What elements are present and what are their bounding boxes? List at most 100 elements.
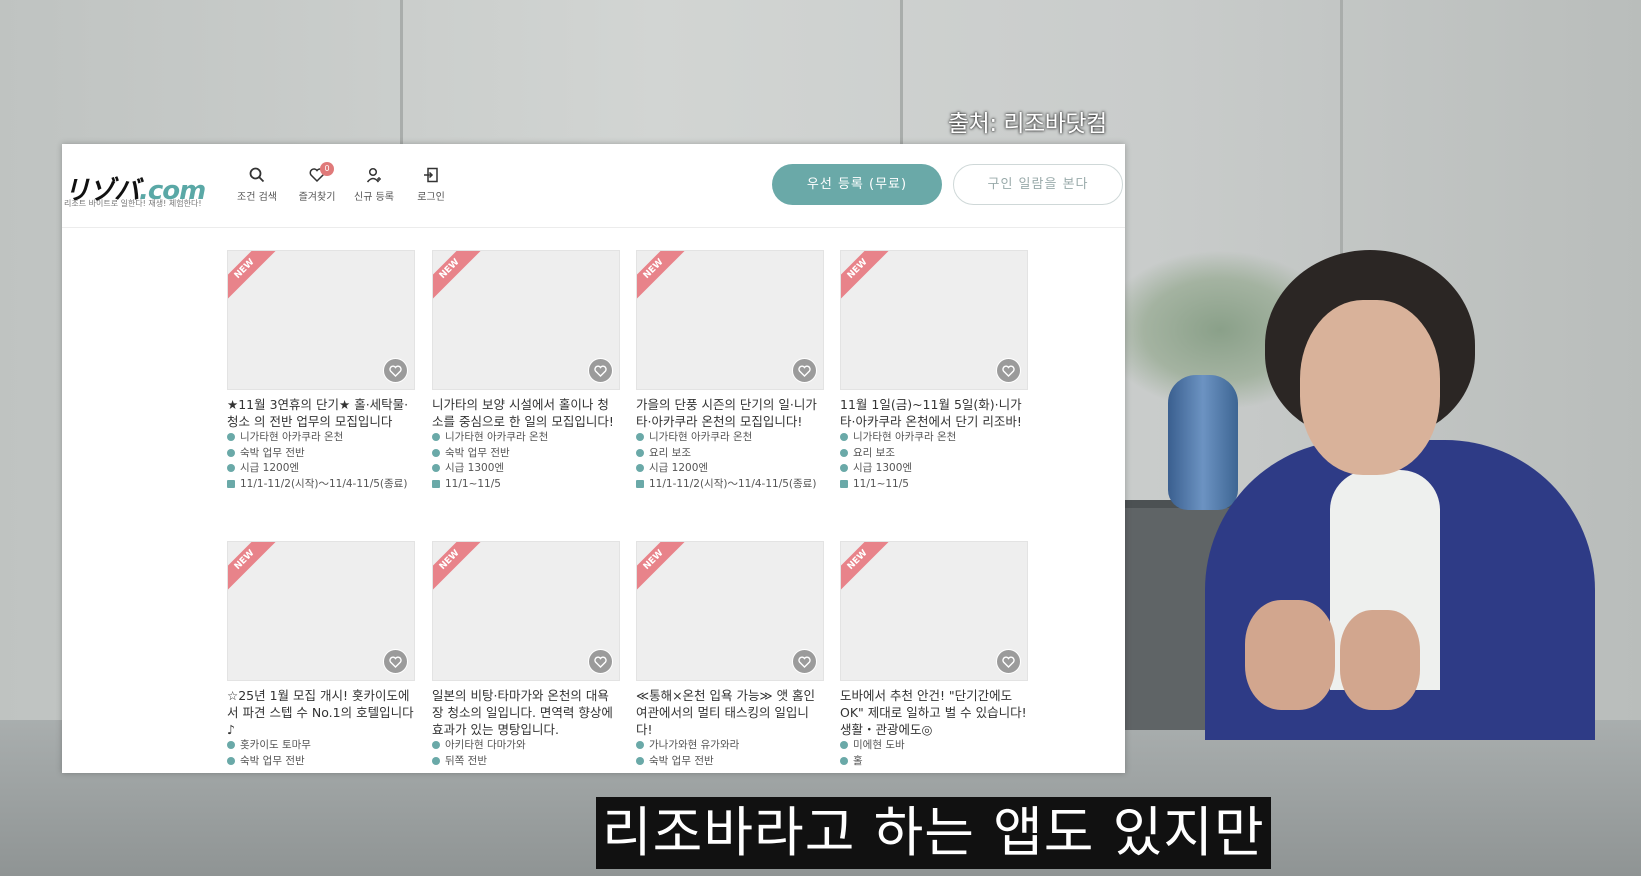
calendar-icon <box>227 479 235 488</box>
job-location: 니가타현 아카쿠라 온천 <box>840 430 1028 446</box>
new-ribbon: NEW <box>433 251 481 301</box>
calendar-icon <box>840 479 848 488</box>
job-title[interactable]: 가을의 단풍 시즌의 단기의 일·니가타·아카쿠라 온천의 모집입니다! <box>636 396 824 430</box>
nav-favorites-label: 즐겨찾기 <box>298 192 336 203</box>
job-card[interactable]: NEW 니가타의 보양 시설에서 홀이나 청소를 중심으로 한 일의 모집입니다… <box>432 250 620 492</box>
register-free-button[interactable]: 우선 등록 (무료) <box>772 164 942 205</box>
calendar-icon <box>636 479 644 488</box>
job-title[interactable]: ≪통해×온천 입욕 가능≫ 앳 홈인 여관에서의 멀티 태스킹의 일입니다! <box>636 687 824 738</box>
job-location: 니가타현 아카쿠라 온천 <box>636 430 824 446</box>
job-title[interactable]: 니가타의 보양 시설에서 홀이나 청소를 중심으로 한 일의 모집입니다! <box>432 396 620 430</box>
favorite-heart-icon[interactable] <box>588 649 613 674</box>
new-ribbon: NEW <box>433 542 481 592</box>
job-location: 아키타현 다마가와 <box>432 738 620 754</box>
location-pin-icon <box>227 741 235 749</box>
job-type: 뒤쪽 전반 <box>432 754 620 770</box>
job-title[interactable]: 일본의 비탕·타마가와 온천의 대욕장 청소의 일입니다. 면역력 향상에 효과… <box>432 687 620 738</box>
job-thumbnail: NEW <box>636 541 824 681</box>
yen-icon <box>432 464 440 472</box>
location-pin-icon <box>227 433 235 441</box>
nav-search[interactable]: 조건 검색 <box>227 166 287 203</box>
job-type: 숙박 업무 전반 <box>636 754 824 770</box>
nav-register[interactable]: 신규 등록 <box>344 166 404 203</box>
job-card[interactable]: NEW 가을의 단풍 시즌의 단기의 일·니가타·아카쿠라 온천의 모집입니다!… <box>636 250 824 492</box>
favorite-heart-icon[interactable] <box>792 649 817 674</box>
nav-login-label: 로그인 <box>417 192 445 203</box>
job-card[interactable]: NEW ★11월 3연휴의 단기★ 홀·세탁물·청소 의 전반 업무의 모집입니… <box>227 250 415 492</box>
search-icon <box>249 167 265 183</box>
job-wage: 시급 1300엔 <box>840 461 1028 477</box>
person-icon <box>432 756 440 765</box>
job-type: 숙박 업무 전반 <box>432 446 620 462</box>
presenter-hand <box>1340 610 1420 710</box>
job-period: 11/1-11/2(시작)〜11/4-11/5(종료) <box>636 477 824 493</box>
location-pin-icon <box>432 433 440 441</box>
nav-search-label: 조건 검색 <box>237 192 277 203</box>
view-job-list-button[interactable]: 구인 일람을 본다 <box>953 164 1123 205</box>
favorite-heart-icon[interactable] <box>996 358 1021 383</box>
person-icon <box>636 756 644 765</box>
job-title[interactable]: 도바에서 추천 안건! "단기간에도 OK" 제대로 일하고 벌 수 있습니다!… <box>840 687 1028 738</box>
job-title[interactable]: ★11월 3연휴의 단기★ 홀·세탁물·청소 의 전반 업무의 모집입니다 <box>227 396 415 430</box>
new-ribbon: NEW <box>637 542 685 592</box>
location-pin-icon <box>636 433 644 441</box>
job-thumbnail: NEW <box>840 250 1028 390</box>
location-pin-icon <box>432 741 440 749</box>
new-ribbon: NEW <box>841 251 889 301</box>
new-ribbon: NEW <box>228 542 276 592</box>
location-pin-icon <box>840 741 848 749</box>
location-pin-icon <box>840 433 848 441</box>
job-period: 11/1~11/5 <box>840 477 1028 493</box>
job-card[interactable]: NEW 일본의 비탕·타마가와 온천의 대욕장 청소의 일입니다. 면역력 향상… <box>432 541 620 769</box>
source-label: 출처: 리조바닷컴 <box>948 111 1107 137</box>
job-type: 숙박 업무 전반 <box>227 446 415 462</box>
favorite-heart-icon[interactable] <box>588 358 613 383</box>
calendar-icon <box>432 479 440 488</box>
person-icon <box>227 756 235 765</box>
favorite-heart-icon[interactable] <box>792 358 817 383</box>
new-ribbon: NEW <box>637 251 685 301</box>
person-icon <box>840 756 848 765</box>
job-title[interactable]: ☆25년 1월 모집 개시! 홋카이도에서 파견 스텝 수 No.1의 호텔입니… <box>227 687 415 738</box>
favorites-count-badge: 0 <box>320 162 334 176</box>
favorite-heart-icon[interactable] <box>383 358 408 383</box>
yen-icon <box>227 464 235 472</box>
person-icon <box>227 448 235 457</box>
nav-favorites[interactable]: 0 즐겨찾기 <box>287 162 347 203</box>
user-icon <box>366 167 381 183</box>
person-icon <box>432 448 440 457</box>
favorite-heart-icon[interactable] <box>383 649 408 674</box>
job-thumbnail: NEW <box>840 541 1028 681</box>
presenter-hand <box>1245 600 1335 710</box>
new-ribbon: NEW <box>228 251 276 301</box>
login-icon <box>424 167 438 183</box>
job-wage: 시급 1300엔 <box>432 461 620 477</box>
favorite-heart-icon[interactable] <box>996 649 1021 674</box>
site-tagline: 리조트 바이트로 일한다! 재생! 체험한다! <box>64 199 202 208</box>
video-subtitle: 리조바라고 하는 앱도 있지만 <box>596 797 1271 869</box>
new-ribbon: NEW <box>841 542 889 592</box>
presenter-face <box>1300 300 1440 475</box>
nav-register-label: 신규 등록 <box>354 192 394 203</box>
job-period: 11/1~11/5 <box>432 477 620 493</box>
person-icon <box>636 448 644 457</box>
yen-icon <box>840 464 848 472</box>
job-card[interactable]: NEW 11월 1일(금)~11월 5일(화)·니가타·아카쿠라 온천에서 단기… <box>840 250 1028 492</box>
job-type: 홀 <box>840 754 1028 770</box>
site-header: リゾバ.com 리조트 바이트로 일한다! 재생! 체험한다! 조건 검색 0 … <box>62 144 1125 228</box>
job-card[interactable]: NEW ☆25년 1월 모집 개시! 홋카이도에서 파견 스텝 수 No.1의 … <box>227 541 415 769</box>
vase <box>1168 375 1238 510</box>
job-thumbnail: NEW <box>636 250 824 390</box>
yen-icon <box>636 464 644 472</box>
job-location: 니가타현 아카쿠라 온천 <box>432 430 620 446</box>
job-wage: 시급 1200엔 <box>636 461 824 477</box>
nav-login[interactable]: 로그인 <box>401 166 461 203</box>
job-wage: 시급 1200엔 <box>227 461 415 477</box>
job-title[interactable]: 11월 1일(금)~11월 5일(화)·니가타·아카쿠라 온천에서 단기 리조바… <box>840 396 1028 430</box>
job-card[interactable]: NEW 도바에서 추천 안건! "단기간에도 OK" 제대로 일하고 벌 수 있… <box>840 541 1028 769</box>
job-type: 숙박 업무 전반 <box>227 754 415 770</box>
job-thumbnail: NEW <box>227 250 415 390</box>
website-screenshot: リゾバ.com 리조트 바이트로 일한다! 재생! 체험한다! 조건 검색 0 … <box>62 144 1125 773</box>
job-location: 가나가와현 유가와라 <box>636 738 824 754</box>
job-card[interactable]: NEW ≪통해×온천 입욕 가능≫ 앳 홈인 여관에서의 멀티 태스킹의 일입니… <box>636 541 824 769</box>
